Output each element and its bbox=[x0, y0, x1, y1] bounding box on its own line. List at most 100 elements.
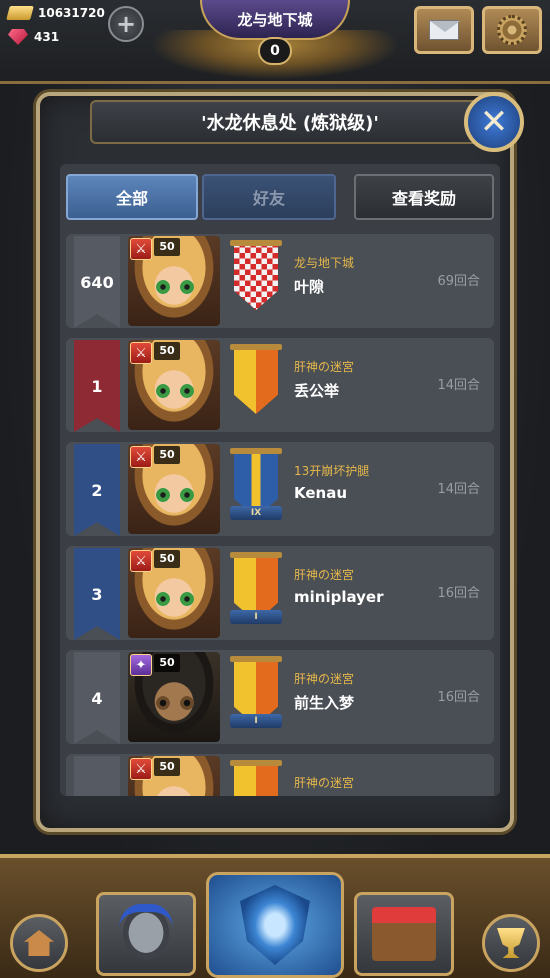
portrait-eye bbox=[180, 592, 194, 606]
gold-amount: 10631720 bbox=[38, 6, 105, 20]
hero-level: 50 bbox=[154, 238, 180, 256]
mail-button[interactable] bbox=[414, 6, 474, 54]
banner-cloth bbox=[234, 766, 278, 796]
close-icon: ✕ bbox=[479, 102, 509, 142]
guild-banner-icon: IX bbox=[230, 448, 282, 530]
guild-banner-icon bbox=[230, 240, 282, 322]
dialog-title: '水龙休息处 (炼狱级)' bbox=[90, 100, 490, 144]
plus-icon: + bbox=[115, 10, 137, 38]
portrait-eye bbox=[180, 696, 194, 710]
guild-name: 肝神の迷宮 bbox=[294, 360, 355, 374]
guild-banner-icon bbox=[230, 344, 282, 426]
player-name: 前生入梦 bbox=[294, 694, 355, 712]
portrait-eye bbox=[180, 488, 194, 502]
hero-portrait: ⚔ 50 bbox=[128, 548, 220, 638]
turn-count: 16回合 bbox=[437, 690, 480, 705]
turn-count: 69回合 bbox=[437, 274, 480, 289]
banner-ribbon: I bbox=[230, 610, 282, 624]
turn-count: 14回合 bbox=[437, 482, 480, 497]
tab-friends[interactable]: 好友 bbox=[202, 174, 336, 220]
banner-cloth bbox=[234, 350, 278, 414]
ranking-button[interactable] bbox=[482, 914, 540, 972]
sword-icon: ⚔ bbox=[130, 550, 152, 572]
stage-title: 龙与地下城 bbox=[200, 0, 350, 40]
rank-ribbon: 2 bbox=[74, 444, 120, 536]
settings-button[interactable] bbox=[482, 6, 542, 54]
gem-amount: 431 bbox=[34, 30, 60, 44]
portrait-eye bbox=[180, 384, 194, 398]
guild-name: 肝神の迷宮 bbox=[294, 568, 355, 582]
house-icon bbox=[24, 930, 54, 956]
sword-icon: ⚔ bbox=[130, 758, 152, 780]
player-name: 丢公举 bbox=[294, 382, 340, 400]
banner-cloth bbox=[234, 246, 278, 310]
view-rewards-button[interactable]: 查看奖励 bbox=[354, 174, 494, 220]
hero-level: 50 bbox=[154, 342, 180, 360]
hero-portrait: ⚔ 50 bbox=[128, 340, 220, 430]
sword-icon: ⚔ bbox=[130, 342, 152, 364]
rank-ribbon: 3 bbox=[74, 548, 120, 640]
banner-rod bbox=[230, 760, 282, 766]
home-button[interactable] bbox=[10, 914, 68, 972]
stage-level-badge: 0 bbox=[258, 37, 292, 65]
gear-icon bbox=[497, 15, 527, 45]
guild-name: 龙与地下城 bbox=[294, 256, 355, 270]
tab-all[interactable]: 全部 bbox=[66, 174, 198, 220]
hero-portrait: ⚔ 50 bbox=[128, 756, 220, 796]
gold-display: 10631720 bbox=[6, 6, 105, 20]
banner-rod bbox=[230, 656, 282, 662]
player-name: miniplayer bbox=[294, 588, 384, 606]
trophy-icon bbox=[497, 928, 525, 958]
ranking-list[interactable]: 640 ⚔ 50 龙与地下城 叶隙 69回合 1 ⚔ 50 肝神の迷宮 丢公举 14回合 2 ⚔ 50 IX 1… bbox=[66, 234, 494, 796]
rank-ribbon: 4 bbox=[74, 652, 120, 744]
magic-icon: ✦ bbox=[130, 654, 152, 676]
leaderboard-panel: 全部 好友 查看奖励 640 ⚔ 50 龙与地下城 叶隙 69回合 1 ⚔ 50 肝神の迷宮 丢公举… bbox=[60, 164, 500, 796]
ranking-row[interactable]: 5⚔50肝神の迷宮 bbox=[66, 754, 494, 796]
banner-ribbon: I bbox=[230, 714, 282, 728]
helmet-icon bbox=[119, 904, 173, 964]
ranking-row[interactable]: 640 ⚔ 50 龙与地下城叶隙 69回合 bbox=[66, 234, 494, 328]
gem-display: 431 bbox=[8, 29, 59, 45]
guild-name: 13开崩坏护腿 bbox=[294, 464, 370, 478]
guild-banner-icon bbox=[230, 760, 282, 796]
ranking-row[interactable]: 3 ⚔ 50 I 肝神の迷宮 miniplayer 16回合 bbox=[66, 546, 494, 640]
guild-banner-icon: I bbox=[230, 656, 282, 738]
banner-ribbon: IX bbox=[230, 506, 282, 520]
portrait-eye bbox=[156, 488, 170, 502]
hero-level: 50 bbox=[154, 758, 180, 776]
portrait-eye bbox=[156, 384, 170, 398]
portrait-eye bbox=[156, 696, 170, 710]
banner-rod bbox=[230, 240, 282, 246]
gold-bar-icon bbox=[6, 6, 34, 20]
hero-portrait: ✦ 50 bbox=[128, 652, 220, 742]
add-currency-button[interactable]: + bbox=[108, 6, 144, 42]
hero-portrait: ⚔ 50 bbox=[128, 236, 220, 326]
hero-level: 50 bbox=[154, 654, 180, 672]
turn-count: 16回合 bbox=[437, 586, 480, 601]
battle-button[interactable] bbox=[206, 872, 344, 978]
player-name: Kenau bbox=[294, 484, 348, 502]
close-button[interactable]: ✕ bbox=[464, 92, 524, 152]
ruby-icon bbox=[8, 29, 28, 45]
mail-icon bbox=[429, 20, 460, 40]
bottom-nav bbox=[0, 854, 550, 978]
heroes-button[interactable] bbox=[96, 892, 196, 976]
rank-ribbon: 640 bbox=[74, 236, 120, 328]
hero-portrait: ⚔ 50 bbox=[128, 444, 220, 534]
ranking-row[interactable]: 4 ✦ 50 I 肝神の迷宮 前生入梦 16回合 bbox=[66, 650, 494, 744]
ranking-row[interactable]: 2 ⚔ 50 IX 13开崩坏护腿 Kenau 14回合 bbox=[66, 442, 494, 536]
shop-button[interactable] bbox=[354, 892, 454, 976]
guild-name: 肝神の迷宮 bbox=[294, 776, 355, 790]
top-bar: 10631720 431 + 龙与地下城 0 bbox=[0, 0, 550, 84]
rank-ribbon: 5 bbox=[74, 756, 120, 796]
sword-icon: ⚔ bbox=[130, 446, 152, 468]
banner-rod bbox=[230, 552, 282, 558]
player-name: 叶隙 bbox=[294, 278, 325, 296]
shop-icon bbox=[372, 907, 436, 961]
guild-name: 肝神の迷宮 bbox=[294, 672, 355, 686]
ranking-row[interactable]: 1 ⚔ 50 肝神の迷宮 丢公举 14回合 bbox=[66, 338, 494, 432]
turn-count: 14回合 bbox=[437, 378, 480, 393]
leaderboard-dialog: '水龙休息处 (炼狱级)' ✕ 全部 好友 查看奖励 640 ⚔ 50 龙与地下城 叶隙… bbox=[36, 92, 524, 832]
hero-level: 50 bbox=[154, 446, 180, 464]
tab-bar: 全部 好友 查看奖励 bbox=[66, 174, 494, 220]
